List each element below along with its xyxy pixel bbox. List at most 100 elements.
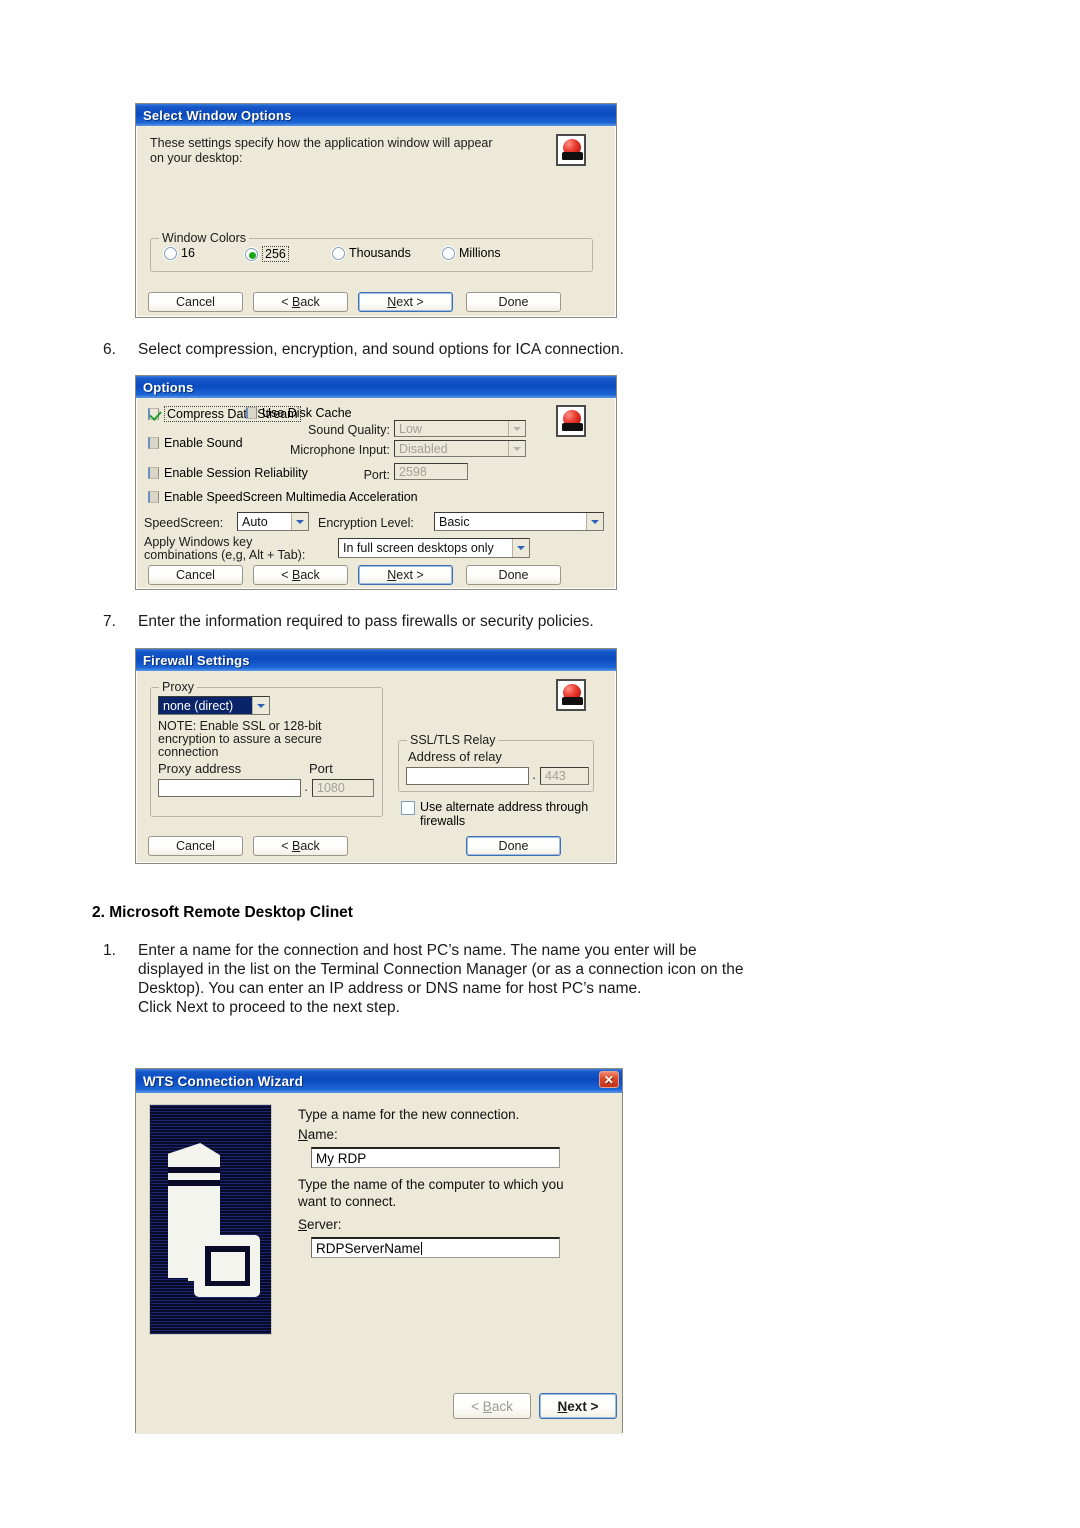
back-button[interactable]: < Back — [453, 1393, 531, 1419]
checkbox-use-alternate-address[interactable]: Use alternate address through firewalls — [401, 800, 588, 828]
done-button[interactable]: Done — [466, 565, 561, 585]
pc-monitor-stand — [188, 1253, 202, 1281]
address-of-relay-label: Address of relay — [408, 749, 502, 764]
server-field-label: Server: — [298, 1216, 342, 1233]
radio-icon[interactable] — [245, 247, 258, 261]
back-button[interactable]: < Back — [253, 836, 348, 856]
relay-port-input[interactable]: 443 — [540, 767, 589, 785]
radio-icon[interactable] — [164, 246, 177, 260]
radio-option-16[interactable]: 16 — [164, 246, 195, 260]
dialog-title: Options — [143, 379, 194, 395]
sound-quality-select[interactable]: Low — [394, 420, 526, 437]
cancel-button[interactable]: Cancel — [148, 565, 243, 585]
button-label: < Back — [281, 839, 320, 853]
radio-label: Thousands — [349, 246, 411, 260]
speedscreen-label: SpeedScreen: — [144, 516, 224, 530]
checkbox-icon[interactable] — [148, 491, 159, 503]
cancel-button[interactable]: Cancel — [148, 836, 243, 856]
winkey-combination-select[interactable]: In full screen desktops only — [338, 538, 530, 558]
chevron-down-icon[interactable] — [252, 697, 269, 714]
title-bar: Firewall Settings — [136, 649, 616, 671]
encryption-level-label: Encryption Level: — [318, 516, 414, 530]
button-label: < Back — [281, 295, 320, 309]
port-label: Port: — [363, 468, 390, 482]
next-button[interactable]: Next > — [358, 292, 453, 312]
button-label: Next > — [387, 295, 424, 309]
button-label: Cancel — [176, 568, 215, 582]
radio-option-thousands[interactable]: Thousands — [332, 246, 411, 260]
citrix-logo-icon — [556, 134, 586, 166]
chevron-down-icon[interactable] — [586, 513, 603, 530]
proxy-address-input[interactable] — [158, 779, 301, 797]
back-button[interactable]: < Back — [253, 565, 348, 585]
button-label: Done — [498, 568, 529, 582]
server-prompt-line-2: want to connect. — [298, 1194, 397, 1209]
connection-name-input[interactable]: My RDP — [311, 1147, 560, 1168]
name-label-rest: ame: — [307, 1127, 338, 1142]
speedscreen-select[interactable]: Auto — [237, 512, 309, 531]
step-line-1: Enter a name for the connection and host… — [138, 942, 697, 959]
done-button[interactable]: Done — [466, 836, 561, 856]
dialog-title: Firewall Settings — [143, 652, 250, 668]
done-button[interactable]: Done — [466, 292, 561, 312]
name-accesskey: N — [298, 1127, 308, 1142]
checkbox-icon[interactable] — [246, 407, 257, 419]
next-button[interactable]: Next > — [358, 565, 453, 585]
proxy-port-input[interactable]: 1080 — [312, 779, 374, 797]
microphone-input-label: Microphone Input: — [289, 443, 390, 457]
button-label: Cancel — [176, 839, 215, 853]
relay-address-input[interactable] — [406, 767, 529, 785]
checkbox-use-disk-cache[interactable]: Use Disk Cache — [246, 406, 352, 420]
proxy-group-label: Proxy — [159, 680, 197, 694]
chevron-down-icon[interactable] — [508, 441, 525, 456]
checkbox-enable-session-reliability[interactable]: Enable Session Reliability — [148, 466, 308, 480]
radio-option-millions[interactable]: Millions — [442, 246, 501, 260]
chevron-down-icon[interactable] — [508, 421, 525, 436]
button-label: < Back — [471, 1398, 513, 1414]
radio-option-256[interactable]: 256 — [245, 246, 289, 262]
radio-icon[interactable] — [332, 246, 345, 260]
doc-step-6: 6. Select compression, encryption, and s… — [103, 340, 753, 359]
checkbox-icon[interactable] — [148, 408, 159, 420]
checkbox-icon[interactable] — [401, 801, 415, 815]
server-prompt-line-1: Type the name of the computer to which y… — [298, 1177, 564, 1192]
chevron-down-icon[interactable] — [512, 539, 529, 557]
title-bar: WTS Connection Wizard ✕ — [136, 1069, 622, 1093]
cancel-button[interactable]: Cancel — [148, 292, 243, 312]
pc-tower-slot-1 — [168, 1167, 220, 1173]
chevron-down-icon[interactable] — [291, 513, 308, 530]
wizard-artwork — [149, 1104, 272, 1335]
section-heading: 2. Microsoft Remote Desktop Clinet — [92, 904, 353, 921]
back-button[interactable]: < Back — [253, 292, 348, 312]
speedscreen-value: Auto — [242, 514, 268, 529]
dialog-body: These settings specify how the applicati… — [136, 126, 616, 317]
checkbox-icon[interactable] — [148, 467, 159, 479]
close-icon[interactable]: ✕ — [599, 1071, 619, 1088]
proxy-type-select[interactable]: none (direct) — [158, 696, 270, 715]
winkey-label-line-2: combinations (e,g, Alt + Tab): — [144, 548, 306, 562]
ssl-tls-relay-group-label: SSL/TLS Relay — [407, 733, 499, 747]
checkbox-enable-sound[interactable]: Enable Sound — [148, 436, 243, 450]
button-label: Cancel — [176, 295, 215, 309]
microphone-input-select[interactable]: Disabled — [394, 440, 526, 457]
microphone-input-value: Disabled — [399, 441, 448, 456]
checkbox-enable-speedscreen-multimedia[interactable]: Enable SpeedScreen Multimedia Accelerati… — [148, 490, 418, 504]
proxy-note-line-3: connection — [158, 745, 219, 759]
options-dialog: Options Compress Data Stream Use Disk Ca… — [135, 375, 617, 590]
server-name-value: RDPServerName — [316, 1240, 421, 1256]
next-button[interactable]: Next > — [539, 1393, 617, 1419]
server-label-rest: erver: — [307, 1217, 342, 1232]
radio-label: 16 — [181, 246, 195, 260]
port-input[interactable]: 2598 — [394, 463, 468, 480]
button-label: Next > — [387, 568, 424, 582]
encryption-level-select[interactable]: Basic — [434, 512, 604, 531]
step-line-3: Desktop). You can enter an IP address or… — [138, 980, 642, 997]
radio-icon[interactable] — [442, 246, 455, 260]
radio-label: 256 — [262, 246, 289, 262]
relay-port-separator: · — [532, 771, 537, 785]
checkbox-icon[interactable] — [148, 437, 159, 449]
button-label: Done — [498, 295, 529, 309]
step-number: 6. — [103, 341, 116, 358]
server-name-input[interactable]: RDPServerName — [311, 1237, 560, 1258]
step-line-4: Click Next to proceed to the next step. — [138, 999, 400, 1016]
